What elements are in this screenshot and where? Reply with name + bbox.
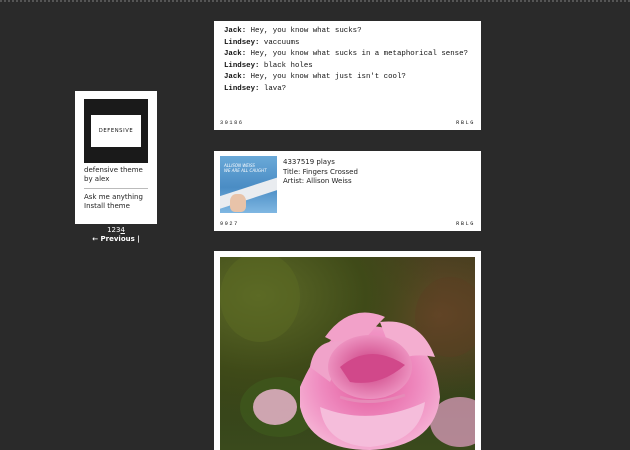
- reblog-link[interactable]: RBLG: [456, 221, 475, 227]
- chat-text: Hey, you know what just isn't cool?: [250, 73, 406, 81]
- reblog-link[interactable]: RBLG: [456, 120, 475, 126]
- chat-text: vaccuums: [263, 38, 300, 47]
- audio-post: ALLISON WEISS WE ARE ALL CAUGHT 4337519 …: [214, 151, 481, 231]
- chat-line: Jack: Hey, you know what sucks?: [224, 26, 471, 38]
- chat-line: Jack: Hey, you know what sucks in a meta…: [224, 49, 471, 61]
- peony-illustration: [220, 257, 475, 450]
- album-art[interactable]: ALLISON WEISS WE ARE ALL CAUGHT: [220, 156, 277, 213]
- track-artist: Artist: Allison Weiss: [283, 177, 352, 185]
- chat-text: black holes: [263, 61, 313, 70]
- album-art-hand: [230, 194, 246, 212]
- album-art-text: ALLISON WEISS WE ARE ALL CAUGHT: [224, 163, 267, 173]
- chat-text: lava?: [263, 84, 287, 93]
- pagination: 1234 ← Previous |: [75, 226, 157, 244]
- chat-speaker: Jack:: [224, 27, 247, 35]
- ask-me-link[interactable]: Ask me anything: [84, 193, 148, 202]
- page-link-4-current[interactable]: 4: [120, 226, 124, 234]
- chat-speaker: Lindsey:: [224, 61, 260, 70]
- peony-photo[interactable]: [220, 257, 475, 450]
- album-art-arm: [220, 173, 277, 211]
- track-title: Title: Fingers Crossed: [283, 167, 358, 176]
- sidebar: DEFENSIVE defensive theme by alex Ask me…: [75, 91, 157, 224]
- chat-line: Jack: Hey, you know what just isn't cool…: [224, 72, 471, 84]
- chat-speaker: Lindsey:: [224, 38, 260, 47]
- chat-text: Hey, you know what sucks?: [250, 27, 362, 35]
- chat-speaker: Lindsey:: [224, 84, 260, 93]
- sidebar-description: defensive theme by alex: [84, 166, 143, 183]
- chat-line: Lindsey: vaccuums: [224, 38, 471, 50]
- chat-speaker: Jack:: [224, 50, 247, 58]
- chat-speaker: Jack:: [224, 73, 247, 81]
- chat-line: Lindsey: black holes: [224, 61, 471, 73]
- chat-line: Lindsey: lava?: [224, 84, 471, 96]
- notes-count-link[interactable]: 30186: [220, 120, 244, 126]
- post-meta: 30186 RBLG: [220, 120, 475, 126]
- chat-text: Hey, you know what sucks in a metaphoric…: [250, 50, 468, 58]
- install-theme-link[interactable]: Install theme: [84, 202, 148, 211]
- top-dotted-border: [0, 0, 630, 2]
- notes-count-link[interactable]: 9927: [220, 221, 239, 227]
- chat-post: Jack: Hey, you know what sucks? Lindsey:…: [214, 21, 481, 130]
- theme-logo[interactable]: DEFENSIVE: [84, 99, 148, 163]
- previous-page-link[interactable]: ← Previous |: [75, 235, 157, 244]
- logo-text: DEFENSIVE: [91, 115, 141, 147]
- sidebar-divider: [84, 188, 148, 189]
- photo-post: [214, 251, 481, 450]
- audio-info: 4337519 plays Title: Fingers Crossed Art…: [283, 158, 358, 187]
- play-count: 4337519 plays: [283, 158, 335, 166]
- post-meta: 9927 RBLG: [220, 221, 475, 227]
